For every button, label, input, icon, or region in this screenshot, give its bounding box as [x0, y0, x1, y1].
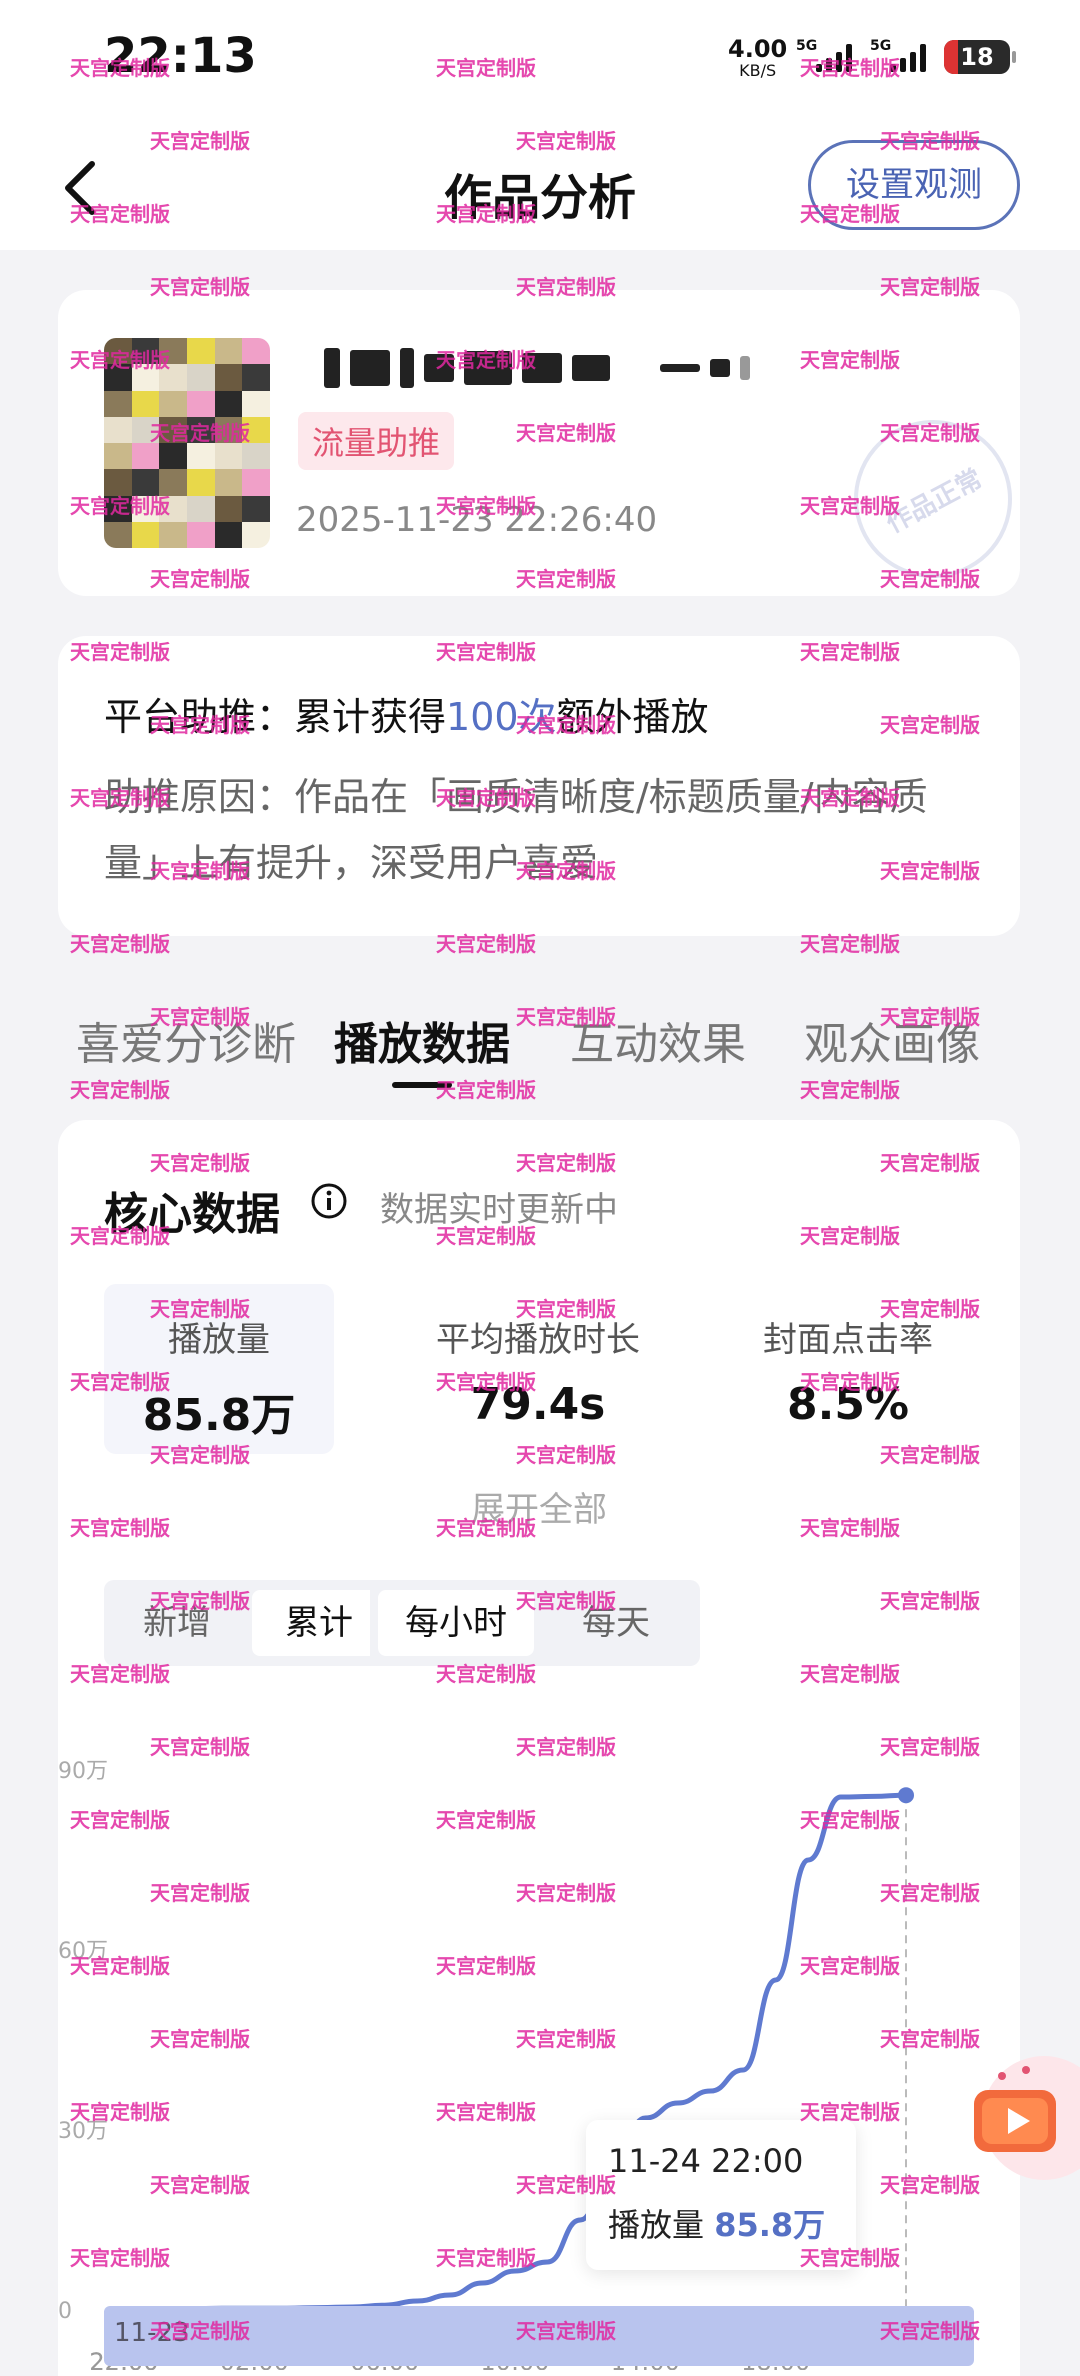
sim2-label: 5G — [870, 38, 892, 54]
work-card[interactable]: 流量助推 2025-11-23 22:26:40 作品正常 — [58, 290, 1040, 606]
y-tick-label: 0 — [58, 2299, 72, 2324]
time-range-slider[interactable]: 11-23 — [104, 2306, 974, 2366]
highlighted-data-point — [898, 1787, 914, 1804]
metric-plays[interactable]: 播放量 85.8万 — [104, 1284, 334, 1454]
signal-icon-2 — [890, 44, 926, 72]
tab-favorite-diagnosis[interactable]: 喜爱分诊断 — [76, 1008, 296, 1072]
tab-play-data[interactable]: 播放数据 — [334, 1008, 510, 1072]
work-thumbnail[interactable] — [104, 338, 270, 548]
boost-count: 100次 — [446, 695, 557, 739]
core-data-subtitle: 数据实时更新中 — [380, 1190, 618, 1230]
y-tick-label: 30万 — [58, 2119, 108, 2144]
floating-video-button[interactable] — [962, 2040, 1080, 2190]
y-tick-label: 90万 — [58, 1759, 108, 1784]
status-bar: 22:13 4.00 KB/S 5G 5G 18 — [0, 0, 1080, 110]
metric-cover-ctr[interactable]: 封面点击率 8.5% — [718, 1284, 978, 1454]
interval-daily[interactable]: 每天 — [546, 1590, 686, 1656]
tab-audience[interactable]: 观众画像 — [804, 1008, 980, 1072]
status-stamp: 作品正常 — [826, 392, 1040, 606]
metric-value: 79.4s — [470, 1379, 606, 1430]
net-speed: 4.00 KB/S — [728, 35, 788, 82]
net-speed-unit: KB/S — [739, 61, 777, 80]
traffic-boost-tag: 流量助推 — [298, 412, 455, 470]
nav-bar: 作品分析 设置观测 — [0, 110, 1080, 250]
battery-level: 18 — [960, 43, 994, 71]
active-tab-indicator — [392, 1082, 452, 1088]
y-tick-label: 60万 — [58, 1939, 108, 1964]
boost-prefix: 平台助推：累计获得 — [104, 695, 447, 739]
boost-summary: 平台助推：累计获得100次额外播放 — [104, 686, 709, 741]
tab-interaction[interactable]: 互动效果 — [570, 1008, 746, 1072]
metric-value: 8.5% — [786, 1379, 910, 1430]
signal-icon — [816, 44, 852, 72]
tooltip-label: 播放量 — [608, 2206, 705, 2244]
publish-time: 2025-11-23 22:26:40 — [296, 500, 658, 540]
core-data-card: 核心数据 数据实时更新中 播放量 85.8万 平均播放时长 79.4s 封面点击… — [58, 1120, 1020, 2376]
work-title-blurred — [324, 344, 884, 392]
metric-value: 85.8万 — [142, 1390, 296, 1441]
info-icon[interactable] — [310, 1182, 348, 1220]
mode-new[interactable]: 新增 — [112, 1590, 242, 1656]
interval-hourly[interactable]: 每小时 — [378, 1590, 534, 1656]
metric-avg-duration[interactable]: 平均播放时长 79.4s — [398, 1284, 678, 1454]
tooltip-value: 播放量 85.8万 — [608, 2200, 825, 2246]
mode-toggle: 新增 累计 — [104, 1580, 394, 1666]
analysis-tabs: 喜爱分诊断 播放数据 互动效果 观众画像 — [0, 990, 1080, 1090]
net-speed-value: 4.00 — [728, 35, 788, 63]
range-start-label: 11-23 — [114, 2318, 190, 2348]
core-data-title: 核心数据 — [104, 1189, 280, 1240]
battery-icon: 18 — [944, 40, 1016, 74]
mode-cumulative[interactable]: 累计 — [252, 1590, 386, 1656]
metric-label: 播放量 — [168, 1320, 270, 1360]
expand-all-button[interactable]: 展开全部 — [58, 1482, 1020, 1531]
boost-card: 平台助推：累计获得100次额外播放 助推原因：作品在「画质清晰度/标题质量/内容… — [58, 636, 1020, 936]
tooltip-number: 85.8万 — [714, 2206, 826, 2244]
metric-label: 平均播放时长 — [436, 1320, 640, 1360]
tooltip-time: 11-24 22:00 — [608, 2142, 804, 2180]
metric-label: 封面点击率 — [763, 1320, 933, 1360]
sim1-label: 5G — [796, 38, 818, 54]
chart-tooltip: 11-24 22:00 播放量 85.8万 — [586, 2120, 856, 2270]
interval-toggle: 每小时 每天 — [370, 1580, 700, 1666]
play-count-chart[interactable]: 030万60万90万22:0002:0006:0010:0014:0018:00… — [58, 1680, 1020, 2370]
status-time: 22:13 — [104, 28, 257, 84]
boost-suffix: 额外播放 — [556, 695, 709, 739]
boost-reason: 助推原因：作品在「画质清晰度/标题质量/内容质量」上有提升，深受用户喜爱 — [104, 775, 928, 885]
settings-observe-button[interactable]: 设置观测 — [808, 140, 1020, 230]
